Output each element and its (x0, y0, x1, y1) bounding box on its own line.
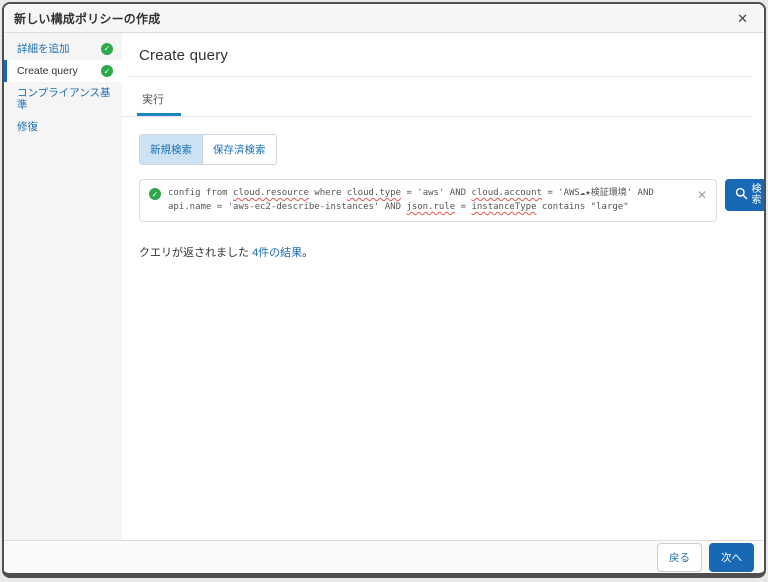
sidebar-item-add-details[interactable]: 詳細を追加 ✓ (4, 38, 122, 60)
tab-divider (122, 116, 752, 117)
dialog-header: 新しい構成ポリシーの作成 ✕ (4, 4, 764, 33)
page-title: Create query (139, 47, 752, 64)
search-button[interactable]: 検索 (725, 179, 764, 211)
results-count-link[interactable]: 4件の結果 (252, 247, 302, 259)
step-complete-check-icon: ✓ (101, 43, 113, 55)
sidebar-item-compliance-standards[interactable]: コンプライアンス基準 (4, 82, 122, 116)
search-icon (735, 187, 748, 203)
title-divider (129, 76, 752, 77)
tab-bar: 実行 (139, 87, 752, 116)
back-button[interactable]: 戻る (657, 543, 702, 572)
clear-query-icon[interactable]: ✕ (697, 189, 707, 201)
sidebar-item-label: 修復 (17, 121, 38, 133)
query-input[interactable]: ✓ config from cloud.resource where cloud… (139, 179, 717, 222)
query-segment-misspelled: cloud.account (471, 188, 541, 198)
dialog-body: 詳細を追加 ✓ Create query ✓ コンプライアンス基準 修復 Cre… (4, 33, 764, 540)
sidebar-item-create-query[interactable]: Create query ✓ (4, 60, 122, 82)
query-segment: contains "large" (537, 202, 629, 212)
query-results-message: クエリが返されました 4件の結果。 (139, 244, 752, 260)
step-complete-check-icon: ✓ (101, 65, 113, 77)
saved-search-button[interactable]: 保存済検索 (202, 135, 276, 164)
close-icon[interactable]: ✕ (737, 12, 748, 25)
main-panel: Create query 実行 新規検索 保存済検索 ✓ config from… (122, 33, 764, 540)
sidebar-item-label: 詳細を追加 (17, 43, 70, 55)
query-segment: = (455, 202, 471, 212)
new-search-button[interactable]: 新規検索 (140, 135, 202, 164)
sidebar-item-remediation[interactable]: 修復 (4, 116, 122, 138)
search-mode-toggle: 新規検索 保存済検索 (139, 134, 277, 165)
query-segment: config from (168, 188, 233, 198)
sidebar-item-label: コンプライアンス基準 (17, 87, 113, 111)
search-button-label: 検索 (751, 184, 762, 207)
query-valid-check-icon: ✓ (149, 188, 161, 200)
create-policy-dialog: 新しい構成ポリシーの作成 ✕ 詳細を追加 ✓ Create query ✓ コン… (2, 2, 766, 578)
sidebar-item-label: Create query (17, 65, 78, 77)
query-row: ✓ config from cloud.resource where cloud… (139, 179, 752, 222)
query-text[interactable]: config from cloud.resource where cloud.t… (168, 187, 690, 215)
query-segment-misspelled: cloud.type (347, 188, 401, 198)
query-segment-misspelled: cloud.resource (233, 188, 309, 198)
dialog-footer: 戻る 次へ (4, 540, 764, 573)
query-segment-misspelled: instanceType (471, 202, 536, 212)
results-text: クエリが返されました (139, 247, 252, 259)
results-text-suffix: 。 (302, 247, 313, 259)
step-sidebar: 詳細を追加 ✓ Create query ✓ コンプライアンス基準 修復 (4, 33, 122, 540)
active-tab-indicator (137, 113, 181, 116)
query-segment: = 'aws' AND (401, 188, 471, 198)
next-button[interactable]: 次へ (709, 543, 754, 572)
dialog-title: 新しい構成ポリシーの作成 (14, 10, 160, 27)
query-segment: where (309, 188, 347, 198)
query-segment-misspelled: json.rule (406, 202, 455, 212)
tab-investigate[interactable]: 実行 (140, 87, 166, 113)
